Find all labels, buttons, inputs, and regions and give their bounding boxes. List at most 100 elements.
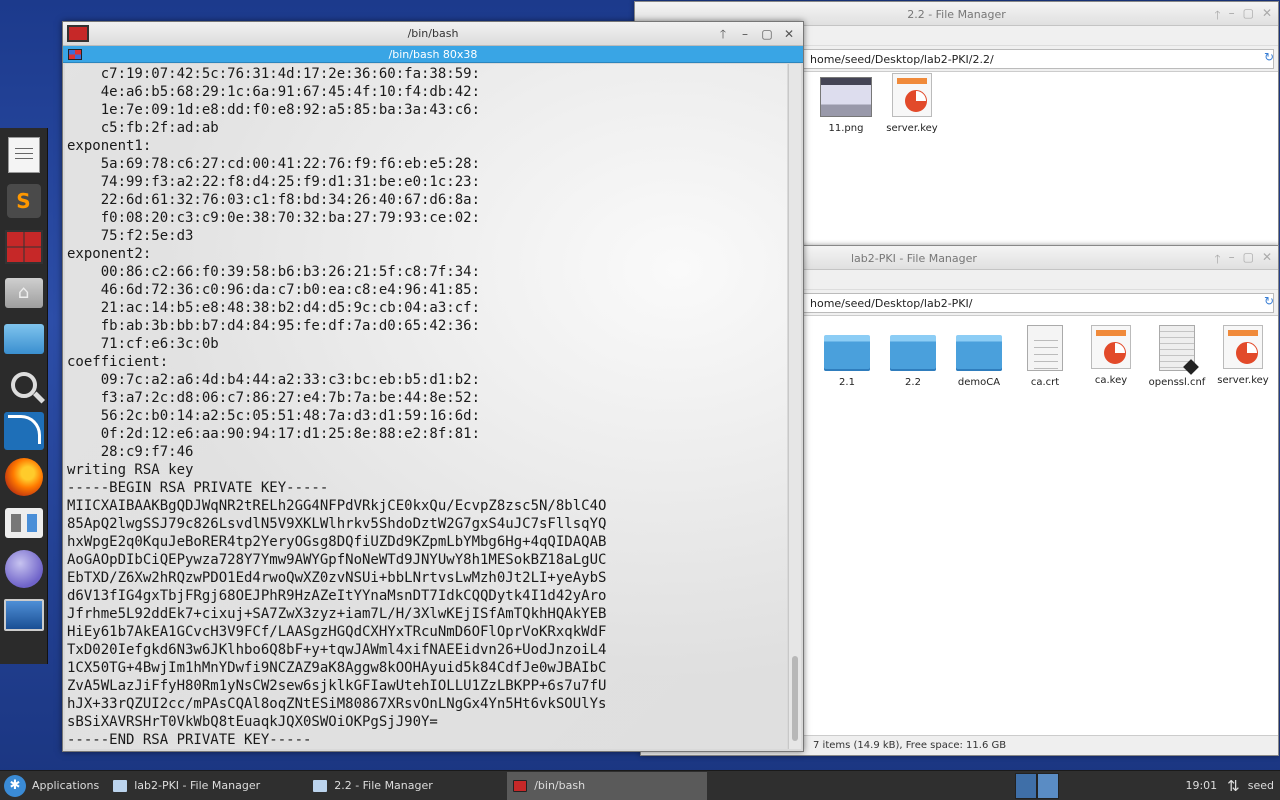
close-button[interactable]: ✕ bbox=[1262, 6, 1272, 27]
key-file-icon bbox=[1091, 325, 1131, 369]
workspace-1[interactable] bbox=[1015, 772, 1038, 799]
terminal-line: c7:19:07:42:5c:76:31:4d:17:2e:36:60:fa:3… bbox=[67, 66, 481, 82]
home-folder-icon[interactable] bbox=[3, 272, 45, 314]
key-file-icon bbox=[892, 73, 932, 117]
app-dock: S bbox=[0, 128, 48, 664]
location-input[interactable]: home/seed/Desktop/lab2-PKI/ bbox=[803, 293, 1274, 313]
key-file-icon bbox=[1223, 325, 1263, 369]
file-item[interactable]: ca.key bbox=[1078, 325, 1144, 401]
clock[interactable]: 19:01 bbox=[1179, 779, 1223, 792]
file-label: server.key bbox=[1217, 375, 1269, 386]
file-manager-icon[interactable] bbox=[3, 318, 45, 360]
scrollbar[interactable] bbox=[788, 64, 801, 749]
terminal-window: /bin/bash 🡑 – ▢ ✕ /bin/bash 80x38 c7:19:… bbox=[62, 21, 804, 752]
terminal-line: -----END RSA PRIVATE KEY----- bbox=[67, 732, 312, 748]
folder-icon bbox=[824, 335, 870, 371]
config-file-icon bbox=[1159, 325, 1195, 371]
task-button-active[interactable]: /bin/bash bbox=[507, 771, 708, 800]
task-button[interactable]: 2.2 - File Manager bbox=[307, 772, 507, 800]
terminal-output[interactable]: c7:19:07:42:5c:76:31:4d:17:2e:36:60:fa:3… bbox=[65, 64, 787, 749]
folder-icon bbox=[113, 779, 128, 792]
terminal-line: EbTXD/Z6Xw2hRQzwPDO1Ed4rwoQwXZ0zvNSUi+bb… bbox=[67, 570, 607, 586]
workspace-2[interactable] bbox=[1037, 772, 1060, 799]
sublime-text-icon[interactable]: S bbox=[3, 180, 45, 222]
desktop-icon[interactable] bbox=[3, 594, 45, 636]
file-item[interactable]: server.key bbox=[879, 73, 945, 149]
maximize-button[interactable]: ▢ bbox=[1243, 250, 1254, 271]
terminal-line: 1CX50TG+4BwjIm1hMnYDwfi9NCZAZ9aK8Aggw8kO… bbox=[67, 660, 607, 676]
terminal-icon[interactable] bbox=[3, 226, 45, 268]
minimize-button[interactable]: – bbox=[1229, 6, 1235, 27]
window-title: 2.2 - File Manager bbox=[907, 8, 1006, 21]
file-item[interactable]: ca.crt bbox=[1012, 325, 1078, 401]
terminal-line: HiEy61b7AkEA1GCvcH3V9FCf/LAASgzHGQdCXHYx… bbox=[67, 624, 607, 640]
certificate-file-icon bbox=[1027, 325, 1063, 371]
terminal-text: c7:19:07:42:5c:76:31:4d:17:2e:36:60:fa:3… bbox=[67, 65, 606, 749]
terminal-line: 74:99:f3:a2:22:f8:d4:25:f9:d1:31:be:e0:1… bbox=[67, 174, 481, 190]
folder-icon bbox=[956, 335, 1002, 371]
terminal-line: d6V13fIG4gxTbjFRgj68OEJPhR9HzAZeItYYnaMs… bbox=[67, 588, 607, 604]
terminal-line: TxD020Iefgkd6N3w6JKlhbo6Q8bF+y+tqwJAWml4… bbox=[67, 642, 607, 658]
network-icon[interactable] bbox=[3, 548, 45, 590]
roll-up-button[interactable]: 🡑 bbox=[1214, 6, 1220, 27]
terminal-line: 28:c9:f7:46 bbox=[67, 444, 194, 460]
terminal-line: 0f:2d:12:e6:aa:90:94:17:d1:25:8e:88:e2:8… bbox=[67, 426, 481, 442]
terminal-line: 56:2c:b0:14:a2:5c:05:51:48:7a:d3:d1:59:1… bbox=[67, 408, 481, 424]
terminal-tab[interactable]: /bin/bash 80x38 bbox=[63, 46, 803, 63]
terminal-line: 75:f2:5e:d3 bbox=[67, 228, 194, 244]
refresh-icon[interactable]: ↻ bbox=[1264, 50, 1274, 64]
search-icon[interactable] bbox=[3, 364, 45, 406]
file-item[interactable]: server.key bbox=[1210, 325, 1276, 401]
folder-item[interactable]: demoCA bbox=[946, 325, 1012, 401]
tab-title: /bin/bash 80x38 bbox=[388, 48, 478, 61]
folder-item[interactable]: 2.1 bbox=[814, 325, 880, 401]
close-button[interactable]: ✕ bbox=[1262, 250, 1272, 271]
file-label: server.key bbox=[886, 123, 938, 134]
folder-icon bbox=[313, 779, 328, 792]
minimize-button[interactable]: – bbox=[737, 26, 753, 42]
terminal-line: exponent2: bbox=[67, 246, 152, 262]
terminal-icon bbox=[513, 779, 528, 792]
file-label: demoCA bbox=[957, 377, 1001, 388]
text-editor-icon[interactable] bbox=[3, 134, 45, 176]
terminal-line: MIICXAIBAAKBgQDJWqNR2tRELh2GG4NFPdVRkjCE… bbox=[67, 498, 607, 514]
location-input[interactable]: home/seed/Desktop/lab2-PKI/2.2/ bbox=[803, 49, 1274, 69]
file-label: 2.1 bbox=[839, 377, 855, 388]
terminal-line: 85ApQ2lwgSSJ79c826LsvdlN5V9XKLWlhrkv5Shd… bbox=[67, 516, 607, 532]
window-titlebar[interactable]: /bin/bash 🡑 – ▢ ✕ bbox=[63, 22, 803, 46]
terminal-line: Jfrhme5L92ddEk7+cixuj+SA7ZwX3zyz+iam7L/H… bbox=[67, 606, 607, 622]
file-item[interactable]: 11.png bbox=[813, 73, 879, 149]
network-icon[interactable]: ⇅ bbox=[1223, 777, 1244, 795]
status-text: 7 items (14.9 kB), Free space: 11.6 GB bbox=[813, 740, 1007, 751]
terminal-line: coefficient: bbox=[67, 354, 169, 370]
workspace-switcher bbox=[1015, 772, 1060, 799]
refresh-icon[interactable]: ↻ bbox=[1264, 294, 1274, 308]
window-title: /bin/bash bbox=[407, 27, 459, 40]
maximize-button[interactable]: ▢ bbox=[759, 26, 775, 42]
close-button[interactable]: ✕ bbox=[781, 26, 797, 42]
file-item[interactable]: openssl.cnf bbox=[1144, 325, 1210, 401]
folder-item[interactable]: 2.2 bbox=[880, 325, 946, 401]
terminal-line: hJX+33rQZUI2cc/mPAsCQAl8oqZNtESiM80867XR… bbox=[67, 696, 607, 712]
terminal-line: 71:cf:e6:3c:0b bbox=[67, 336, 219, 352]
file-label: 11.png bbox=[828, 123, 864, 134]
terminal-line: fb:ab:3b:bb:b7:d4:84:95:fe:df:7a:d0:65:4… bbox=[67, 318, 481, 334]
firefox-icon[interactable] bbox=[3, 456, 45, 498]
user-menu[interactable]: seed bbox=[1244, 779, 1280, 792]
task-label: 2.2 - File Manager bbox=[334, 779, 433, 792]
terminal-line: 1e:7e:09:1d:e8:dd:f0:e8:92:a5:85:ba:3a:4… bbox=[67, 102, 481, 118]
minimize-button[interactable]: – bbox=[1229, 250, 1235, 271]
scrollbar-thumb[interactable] bbox=[792, 656, 798, 741]
settings-icon[interactable] bbox=[3, 502, 45, 544]
applications-menu-button[interactable]: ✱ Applications bbox=[0, 771, 107, 800]
terminal-line: 22:6d:61:32:76:03:c1:f8:bd:34:26:40:67:d… bbox=[67, 192, 481, 208]
terminal-line: writing RSA key bbox=[67, 462, 194, 478]
wireshark-icon[interactable] bbox=[3, 410, 45, 452]
roll-up-button[interactable]: 🡑 bbox=[715, 26, 731, 42]
folder-icon bbox=[890, 335, 936, 371]
roll-up-button[interactable]: 🡑 bbox=[1214, 250, 1220, 271]
maximize-button[interactable]: ▢ bbox=[1243, 6, 1254, 27]
terminal-line: 5a:69:78:c6:27:cd:00:41:22:76:f9:f6:eb:e… bbox=[67, 156, 481, 172]
taskbar: ✱ Applications lab2-PKI - File Manager 2… bbox=[0, 770, 1280, 800]
task-button[interactable]: lab2-PKI - File Manager bbox=[107, 772, 307, 800]
